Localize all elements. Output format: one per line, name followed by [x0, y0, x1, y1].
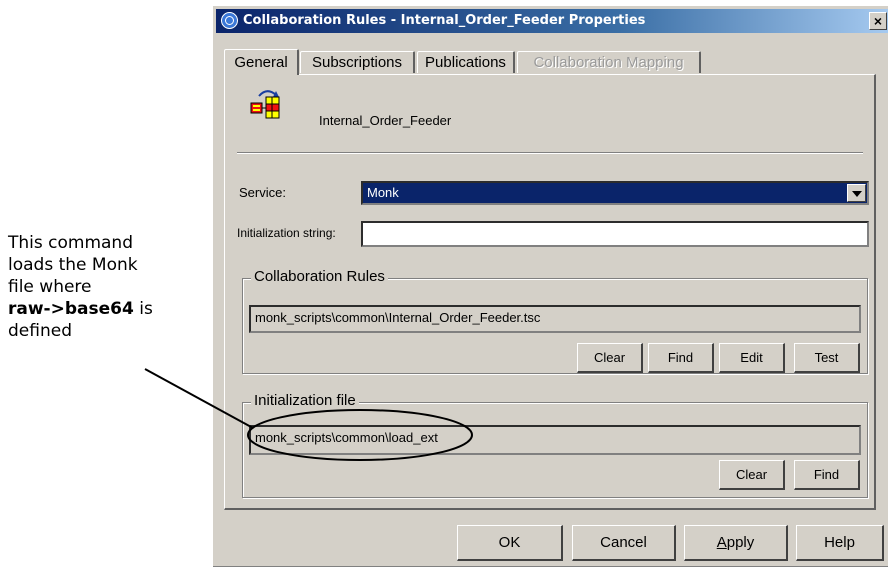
- group-legend: Collaboration Rules: [251, 268, 388, 285]
- collab-clear-button[interactable]: Clear: [577, 343, 643, 373]
- title-bar[interactable]: Collaboration Rules - Internal_Order_Fee…: [216, 9, 888, 33]
- chevron-down-icon[interactable]: [847, 184, 866, 202]
- collab-edit-button[interactable]: Edit: [719, 343, 785, 373]
- general-panel: Internal_Order_Feeder Service: Monk Init…: [224, 74, 876, 510]
- service-select[interactable]: Monk: [361, 181, 869, 205]
- service-label: Service:: [239, 185, 286, 200]
- group-legend: Initialization file: [251, 392, 359, 409]
- divider: [237, 152, 863, 154]
- initialization-file-path-field[interactable]: monk_scripts\common\load_ext: [249, 425, 861, 455]
- annotation-line-rest: is: [133, 299, 153, 319]
- init-clear-button[interactable]: Clear: [719, 460, 785, 490]
- collaboration-rules-group: Collaboration Rules monk_scripts\common\…: [242, 268, 868, 374]
- help-button[interactable]: Help: [796, 525, 884, 561]
- annotation-line: file where: [8, 277, 92, 297]
- init-find-button[interactable]: Find: [794, 460, 860, 490]
- ok-button[interactable]: OK: [457, 525, 563, 561]
- annotation-line: defined: [8, 321, 72, 341]
- annotation-line: raw->base64 is: [8, 298, 203, 320]
- cancel-button[interactable]: Cancel: [572, 525, 676, 561]
- component-name: Internal_Order_Feeder: [319, 113, 452, 128]
- tab-collaboration-mapping: Collaboration Mapping: [517, 51, 701, 73]
- window-title: Collaboration Rules - Internal_Order_Fee…: [243, 13, 646, 28]
- annotation-line: This command: [8, 233, 133, 253]
- collaboration-rules-path-field[interactable]: monk_scripts\common\Internal_Order_Feede…: [249, 305, 861, 333]
- initialization-file-group: Initialization file monk_scripts\common\…: [242, 392, 868, 498]
- tab-general[interactable]: General: [224, 49, 299, 75]
- apply-mnemonic: A: [716, 534, 727, 551]
- tab-subscriptions[interactable]: Subscriptions: [300, 51, 415, 73]
- collab-find-button[interactable]: Find: [648, 343, 714, 373]
- annotation-bold-term: raw->base64: [8, 299, 134, 319]
- collaboration-rules-icon: [250, 90, 280, 119]
- tab-publications[interactable]: Publications: [417, 51, 515, 73]
- service-selected-value: Monk: [367, 185, 399, 200]
- annotation-note: This command loads the Monk file where r…: [8, 232, 203, 342]
- properties-dialog: Collaboration Rules - Internal_Order_Fee…: [212, 5, 888, 567]
- init-string-input[interactable]: [361, 221, 869, 247]
- apply-label-rest: pply: [726, 534, 755, 551]
- collab-test-button[interactable]: Test: [794, 343, 860, 373]
- init-string-label: Initialization string:: [237, 226, 336, 240]
- app-globe-icon: [221, 12, 238, 29]
- apply-button[interactable]: Apply: [684, 525, 788, 561]
- annotation-line: loads the Monk: [8, 255, 138, 275]
- close-button[interactable]: ×: [869, 12, 887, 30]
